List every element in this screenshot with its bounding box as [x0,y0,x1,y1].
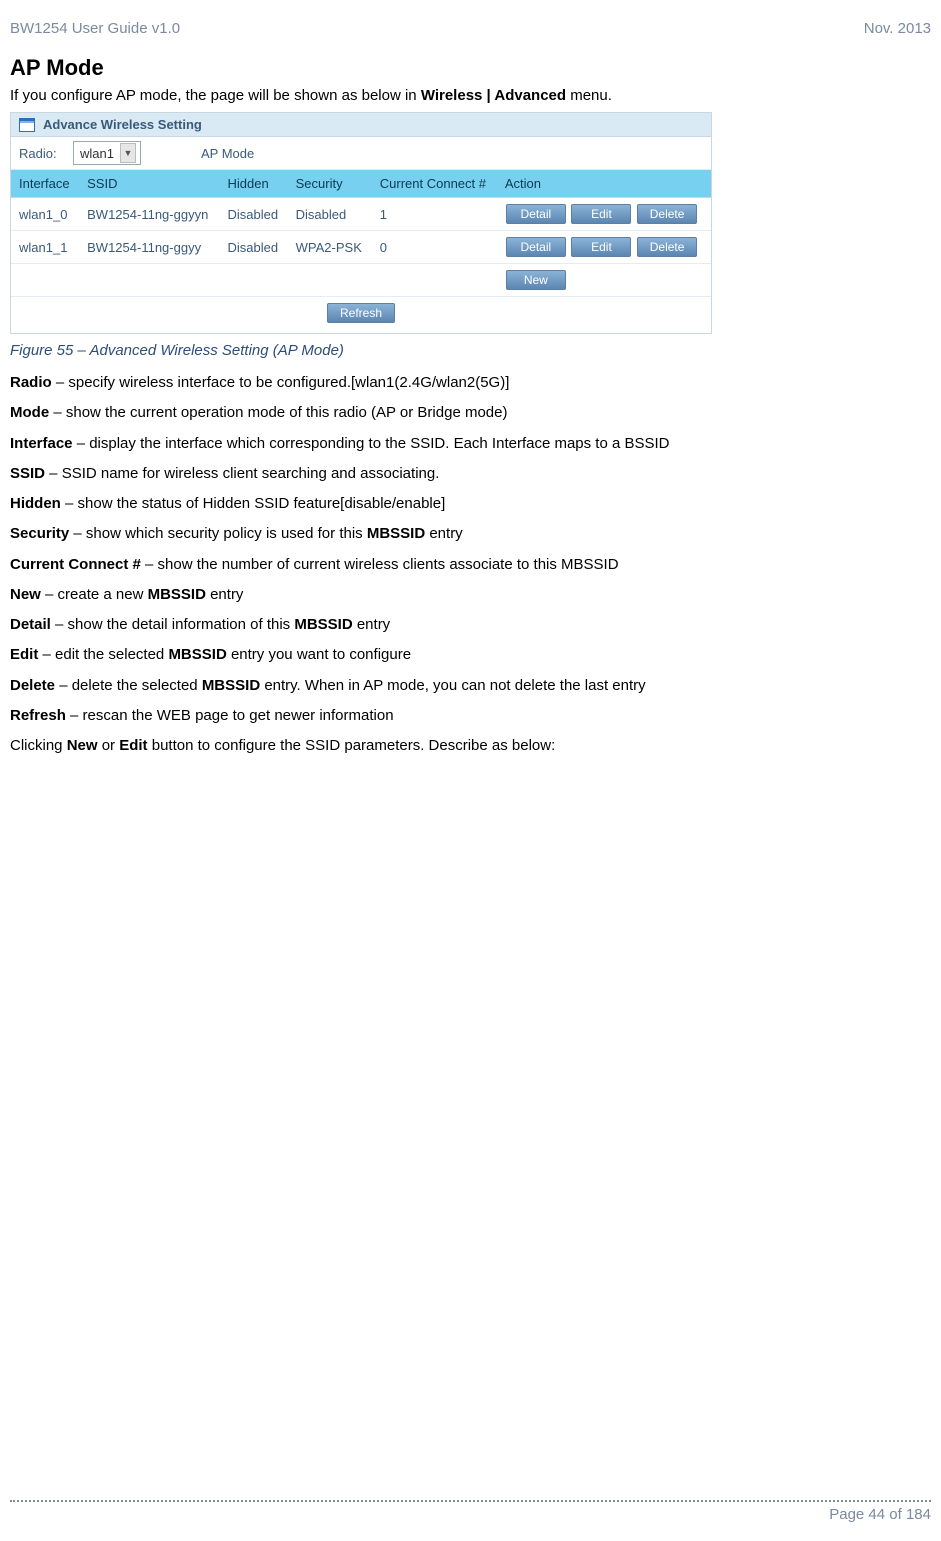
definitions: Radio – specify wireless interface to be… [10,373,931,756]
def-text: entry. When in AP mode, you can not dele… [260,677,646,694]
cell-security: Disabled [288,198,372,231]
def-term: Delete [10,677,55,694]
def-text: entry you want to configure [227,646,411,663]
cell-connect: 1 [372,198,497,231]
cell-ssid: BW1254-11ng-ggyyn [79,198,219,231]
def-text: – show the detail information of this [51,616,294,633]
col-interface: Interface [11,170,79,198]
dropdown-caret-icon: ▼ [120,143,136,163]
def-term: Security [10,525,69,542]
cell-security: WPA2-PSK [288,231,372,264]
table-row: wlan1_0 BW1254-11ng-ggyyn Disabled Disab… [11,198,711,231]
def-text: – display the interface which correspond… [73,435,670,452]
panel-titlebar: Advance Wireless Setting [11,113,711,137]
radio-select-value: wlan1 [80,146,114,161]
detail-button[interactable]: Detail [506,237,566,257]
def-term: New [10,586,41,603]
cell-connect: 0 [372,231,497,264]
cell-hidden: Disabled [220,198,288,231]
table-header-row: Interface SSID Hidden Security Current C… [11,170,711,198]
def-term: Current Connect # [10,556,141,573]
def-text: button to configure the SSID parameters.… [148,737,556,754]
cell-actions: Detail Edit Delete [497,198,711,231]
def-term: Refresh [10,707,66,724]
def-term-inline: MBSSID [367,525,425,542]
col-ssid: SSID [79,170,219,198]
def-text: – delete the selected [55,677,202,694]
def-text: – SSID name for wireless client searchin… [45,465,439,482]
radio-label: Radio: [19,146,63,161]
panel-title: Advance Wireless Setting [43,117,202,132]
window-icon [19,118,35,132]
col-hidden: Hidden [220,170,288,198]
new-button[interactable]: New [506,270,566,290]
intro-text-prefix: If you configure AP mode, the page will … [10,87,421,104]
def-term: Hidden [10,495,61,512]
col-action: Action [497,170,711,198]
def-term: Radio [10,374,52,391]
doc-title-right: Nov. 2013 [864,20,931,37]
col-security: Security [288,170,372,198]
mode-text: AP Mode [201,146,254,161]
intro-paragraph: If you configure AP mode, the page will … [10,87,931,104]
def-text: – show which security policy is used for… [69,525,367,542]
def-term-inline: MBSSID [202,677,260,694]
def-text: – create a new [41,586,148,603]
table-new-row: New [11,264,711,297]
def-text: entry [425,525,463,542]
refresh-button[interactable]: Refresh [327,303,395,323]
edit-button[interactable]: Edit [571,237,631,257]
def-text: – show the status of Hidden SSID feature… [61,495,445,512]
page-header: BW1254 User Guide v1.0 Nov. 2013 [10,20,931,37]
def-term-inline: New [67,737,98,754]
def-term-inline: Edit [119,737,147,754]
cell-hidden: Disabled [220,231,288,264]
def-term-inline: MBSSID [294,616,352,633]
cell-interface: wlan1_1 [11,231,79,264]
delete-button[interactable]: Delete [637,204,697,224]
def-text: entry [206,586,244,603]
edit-button[interactable]: Edit [571,204,631,224]
cell-interface: wlan1_0 [11,198,79,231]
def-term: SSID [10,465,45,482]
footer-divider [10,1500,931,1502]
def-term: Interface [10,435,73,452]
table-row: wlan1_1 BW1254-11ng-ggyy Disabled WPA2-P… [11,231,711,264]
def-text: – show the current operation mode of thi… [49,404,507,421]
def-term-inline: MBSSID [148,586,206,603]
advanced-wireless-panel: Advance Wireless Setting Radio: wlan1 ▼ … [10,112,712,334]
delete-button[interactable]: Delete [637,237,697,257]
figure-caption: Figure 55 – Advanced Wireless Setting (A… [10,342,931,359]
page-footer: Page 44 of 184 [10,1500,931,1523]
def-text: or [98,737,120,754]
doc-title-left: BW1254 User Guide v1.0 [10,20,180,37]
cell-ssid: BW1254-11ng-ggyy [79,231,219,264]
col-current-connect: Current Connect # [372,170,497,198]
detail-button[interactable]: Detail [506,204,566,224]
def-term-inline: MBSSID [168,646,226,663]
radio-row: Radio: wlan1 ▼ AP Mode [11,137,711,170]
page-number: Page 44 of 184 [10,1506,931,1523]
intro-text-suffix: menu. [566,87,612,104]
def-term: Edit [10,646,38,663]
def-text: – specify wireless interface to be confi… [52,374,510,391]
def-text: Clicking [10,737,67,754]
def-term: Detail [10,616,51,633]
def-text: – show the number of current wireless cl… [141,556,619,573]
section-title: AP Mode [10,55,931,81]
panel-footer: Refresh [11,297,711,333]
radio-select[interactable]: wlan1 ▼ [73,141,141,165]
def-term: Mode [10,404,49,421]
ssid-table: Interface SSID Hidden Security Current C… [11,170,711,297]
cell-actions: Detail Edit Delete [497,231,711,264]
intro-bold: Wireless | Advanced [421,87,566,104]
def-text: entry [353,616,391,633]
def-text: – rescan the WEB page to get newer infor… [66,707,394,724]
def-text: – edit the selected [38,646,168,663]
